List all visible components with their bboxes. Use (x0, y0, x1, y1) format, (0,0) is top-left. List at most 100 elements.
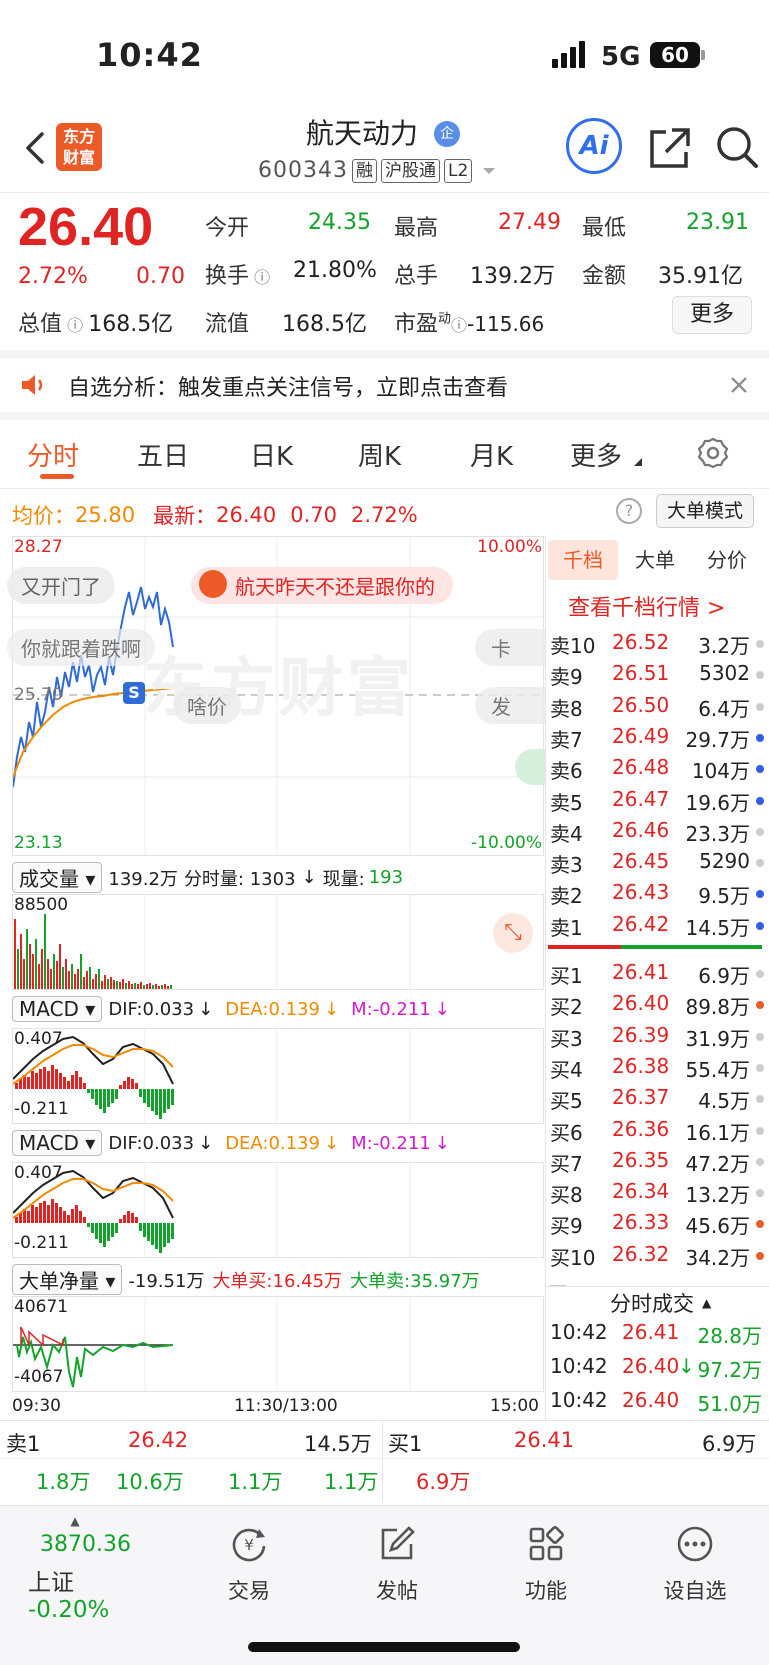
order-dot-icon (756, 733, 764, 742)
sell-row[interactable]: 卖10 26.52 3.2万 (548, 628, 764, 659)
sell-price: 26.50 (612, 692, 670, 717)
ticks-title: 分时成交 (610, 1292, 694, 1316)
macd-bar (163, 1223, 166, 1247)
macd-bar (27, 1211, 30, 1223)
buy-row[interactable]: 买9 26.33 45.6万 (548, 1208, 764, 1239)
buy-price: 26.40 (612, 991, 670, 1016)
nav-add-watchlist[interactable]: 设自选 (620, 1506, 769, 1605)
sell-row[interactable]: 卖1 26.42 14.5万 (548, 910, 764, 941)
tab-intraday[interactable]: 分时 (27, 436, 79, 473)
buy-label: 买5 (550, 1089, 583, 1114)
bignet-pane[interactable]: 40671 -4067 (12, 1296, 544, 1392)
expand-icon[interactable]: ⤡ (493, 913, 533, 953)
sell-row[interactable]: 卖4 26.46 23.3万 (548, 816, 764, 847)
macd1-pane[interactable]: 0.407 -0.211 (12, 1028, 544, 1124)
pe-cell[interactable]: 市盈动ⓘ-115.66 (394, 306, 544, 338)
bignet-select[interactable]: 大单净量 ▾ (12, 1264, 123, 1295)
buy-row[interactable]: 买3 26.39 31.9万 (548, 1021, 764, 1052)
volume-bar (17, 949, 19, 989)
macd1-bottom-label: -0.211 (14, 1099, 69, 1119)
s-marker-icon[interactable]: S (123, 682, 145, 704)
volume-select[interactable]: 成交量 ▾ (12, 862, 103, 893)
more-button[interactable]: 更多 (672, 296, 752, 334)
volume-bar (47, 959, 49, 989)
back-icon[interactable] (18, 128, 58, 168)
macd-bar (107, 1089, 110, 1107)
bq-buy-label: 买1 (388, 1432, 423, 1456)
nav-function[interactable]: 功能 (471, 1506, 621, 1605)
buy-row[interactable]: 买4 26.38 55.4万 (548, 1052, 764, 1083)
sell-row[interactable]: 卖9 26.51 5302 (548, 659, 764, 690)
search-icon[interactable] (712, 122, 762, 172)
volume-bar (143, 985, 145, 989)
settings-gear-icon[interactable] (696, 436, 730, 470)
view-qiandang-link[interactable]: 查看千档行情 > (568, 590, 725, 622)
sell-row[interactable]: 卖7 26.49 29.7万 (548, 722, 764, 753)
tab-weekly-k[interactable]: 周K (358, 436, 401, 473)
macd-bar (139, 1089, 142, 1097)
close-icon[interactable] (728, 374, 750, 396)
ob-tab-price-dist[interactable]: 分价 (692, 540, 762, 580)
ticks-header[interactable]: 分时成交 ▲ (610, 1288, 711, 1318)
nav-trade[interactable]: ¥ 交易 (174, 1506, 324, 1605)
buy-price: 26.34 (612, 1179, 670, 1204)
volume-label: 总手 (394, 264, 439, 289)
macd-bar (119, 1219, 122, 1223)
notice-text[interactable]: 自选分析：触发重点关注信号，立即点击查看 (68, 370, 508, 402)
sell-row[interactable]: 卖6 26.48 104万 (548, 753, 764, 784)
ob-tab-bigorder[interactable]: 大单 (620, 540, 690, 580)
macd2-select[interactable]: MACD ▾ (12, 1130, 103, 1156)
nav-index[interactable]: ▲ 3870.36 上证 -0.20% (12, 1506, 162, 1623)
macd1-select[interactable]: MACD ▾ (12, 996, 103, 1022)
latest-value: 26.40 (216, 503, 277, 527)
ai-button[interactable]: Ai (566, 118, 622, 174)
buy-row[interactable]: 买10 26.32 34.2万 (548, 1240, 764, 1271)
y-axis-bottom: 23.13 (14, 833, 63, 853)
macd2-pane[interactable]: 0.407 -0.211 (12, 1162, 544, 1258)
sell-row[interactable]: 卖2 26.43 9.5万 (548, 878, 764, 909)
stock-code-row[interactable]: 600343 融 沪股通 L2 (258, 158, 500, 183)
share-icon[interactable] (646, 124, 694, 172)
sell-row[interactable]: 卖8 26.50 6.4万 (548, 691, 764, 722)
danmaku-2: 航天昨天不还是跟你的 (191, 567, 453, 604)
volume-pane[interactable]: 88500 ⤡ (12, 894, 544, 990)
grid-icon (529, 1526, 564, 1561)
latest-pct: 2.72% (351, 503, 418, 527)
tab-monthly-k[interactable]: 月K (470, 436, 513, 473)
buy-row[interactable]: 买6 26.36 16.1万 (548, 1115, 764, 1146)
pct-axis-top: 10.00% (477, 537, 542, 557)
volume-cur-label: 现量: (322, 868, 365, 890)
volume-bar (101, 981, 103, 989)
volume-bar (125, 983, 127, 989)
arrow-down-icon: ↓ (434, 1132, 450, 1154)
sell-row[interactable]: 卖3 26.45 5290 (548, 847, 764, 878)
bq-buy-vol: 6.9万 (702, 1432, 757, 1456)
macd-bar (59, 1073, 62, 1089)
volume-max-label: 88500 (14, 895, 69, 915)
buy-row[interactable]: 买7 26.35 47.2万 (548, 1146, 764, 1177)
buy-row[interactable]: 买1 26.41 6.9万 (548, 958, 764, 989)
buy-row[interactable]: 买8 26.34 13.2万 (548, 1177, 764, 1208)
tab-daily-k[interactable]: 日K (250, 436, 293, 473)
macd1-m: M:-0.211 (351, 998, 431, 1020)
macd-bar (95, 1089, 98, 1105)
battery-cap (701, 50, 705, 60)
turnover-cell[interactable]: 换手 ⓘ (205, 258, 270, 290)
bq-sell-price: 26.42 (128, 1428, 189, 1452)
price-chart-pane[interactable]: 东方财富 又开门了 航天昨天不还是跟你的 你就跟着跌啊 啥价 卡 发 S 28.… (7, 536, 545, 856)
sell-label: 卖2 (550, 884, 583, 909)
sell-row[interactable]: 卖5 26.47 19.6万 (548, 785, 764, 816)
mktcap-cell[interactable]: 总值 ⓘ 168.5亿 (18, 306, 173, 338)
buy-row[interactable]: 买5 26.37 4.5万 (548, 1083, 764, 1114)
orderbook-split-bar (548, 945, 762, 949)
volume-bar (92, 979, 94, 989)
help-icon[interactable]: ? (616, 498, 642, 524)
current-price: 26.40 (18, 197, 154, 257)
volume-bar (128, 981, 130, 989)
ob-tab-qiandang[interactable]: 千档 (548, 540, 618, 580)
big-order-mode-button[interactable]: 大单模式 (656, 494, 754, 528)
nav-post[interactable]: 发帖 (322, 1506, 472, 1605)
buy-row[interactable]: 买2 26.40 89.8万 (548, 989, 764, 1020)
tab-more[interactable]: 更多 (570, 436, 622, 473)
tab-5day[interactable]: 五日 (137, 436, 189, 473)
